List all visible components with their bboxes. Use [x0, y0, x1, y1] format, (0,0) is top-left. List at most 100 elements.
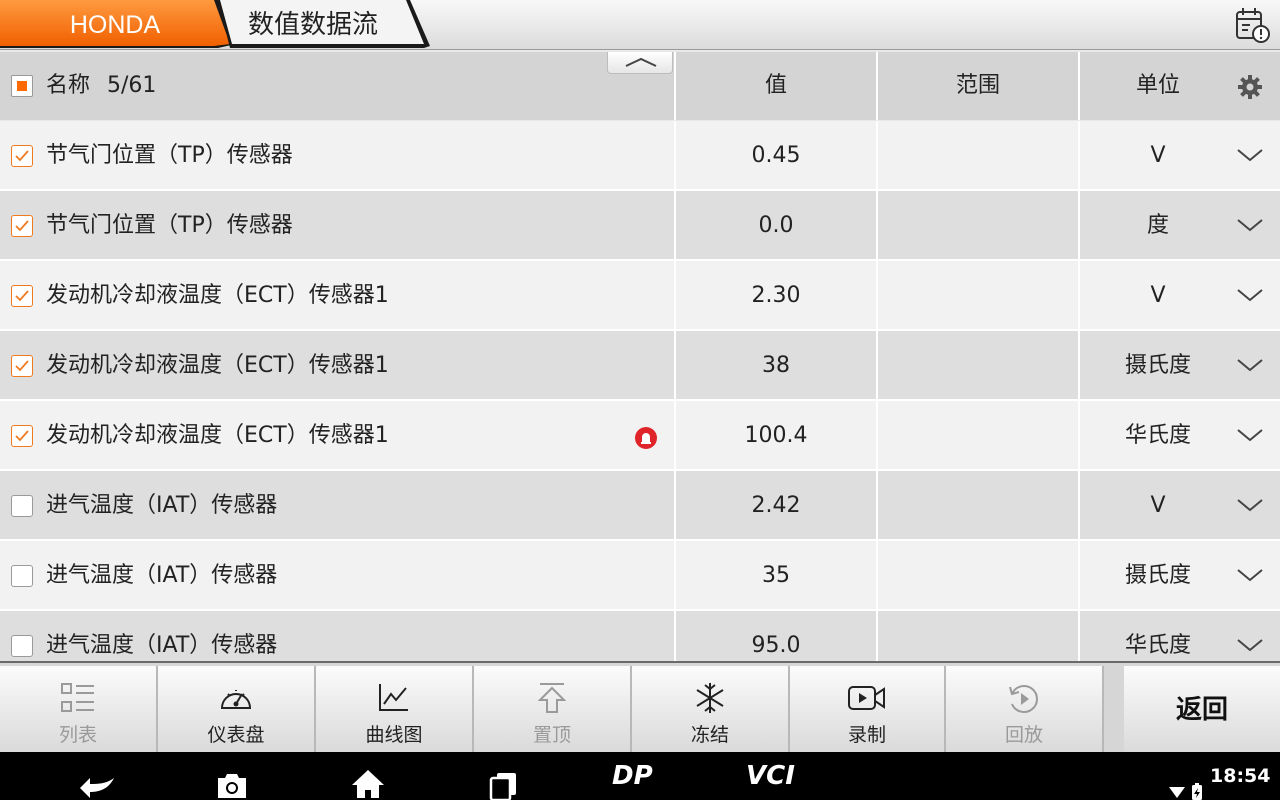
row-value: 0.0	[758, 213, 794, 238]
row-unit: 度	[1146, 213, 1169, 238]
playback-label: 回放	[1004, 724, 1043, 746]
chevron-down-icon[interactable]	[1236, 285, 1264, 305]
dp-logo[interactable]: DP	[612, 752, 672, 800]
top-bar: HONDA 数值数据流	[0, 0, 1280, 50]
recent-apps-icon[interactable]	[488, 762, 520, 800]
table-row[interactable]: 节气门位置（TP）传感器 0.0 度	[0, 191, 1280, 261]
chevron-down-icon[interactable]	[1236, 145, 1264, 165]
list-button[interactable]: 列表	[0, 666, 158, 754]
table-row[interactable]: 发动机冷却液温度（ECT）传感器1 2.30 V	[0, 261, 1280, 331]
table-row[interactable]: 进气温度（IAT）传感器 2.42 V	[0, 471, 1280, 541]
pin-top-icon	[537, 683, 567, 713]
back-button[interactable]: 返回	[1124, 666, 1280, 754]
record-button[interactable]: 录制	[790, 666, 946, 754]
table-row[interactable]: 发动机冷却液温度（ECT）传感器1 38 摄氏度	[0, 331, 1280, 401]
back-arrow-icon[interactable]	[78, 762, 118, 800]
row-range	[878, 611, 1078, 661]
playback-button[interactable]: 回放	[946, 666, 1104, 754]
column-name-label: 名称	[46, 73, 91, 98]
column-value-header: 值	[764, 73, 787, 98]
line-chart-button[interactable]: 曲线图	[316, 666, 474, 754]
select-all-checkbox[interactable]	[11, 75, 33, 97]
row-unit: V	[1150, 493, 1166, 518]
row-name: 发动机冷却液温度（ECT）传感器1	[46, 423, 389, 448]
page-title: 数值数据流	[248, 10, 379, 40]
bottom-toolbar: 列表 仪表盘 曲线图 置顶 冻结 录制 回放 返回	[0, 661, 1280, 754]
table-row[interactable]: 发动机冷却液温度（ECT）传感器1 100.4 华氏度	[0, 401, 1280, 471]
row-checkbox[interactable]	[11, 635, 33, 657]
line-chart-label: 曲线图	[365, 724, 423, 746]
list-label: 列表	[58, 724, 97, 746]
column-range-header: 范围	[955, 73, 1000, 98]
row-name: 发动机冷却液温度（ECT）传感器1	[46, 283, 389, 308]
row-name: 进气温度（IAT）传感器	[46, 633, 278, 658]
camera-icon[interactable]	[214, 762, 250, 800]
gauge-label: 仪表盘	[207, 724, 265, 746]
system-nav-bar: DP VCI 18:54	[0, 752, 1280, 800]
column-name-header: 名称 5/61	[46, 52, 156, 120]
brand-tab[interactable]: HONDA	[0, 0, 240, 50]
data-stream-list[interactable]: 节气门位置（TP）传感器 0.45 V 节气门位置（TP）传感器 0.0 度发动机冷却液温…	[0, 121, 1280, 661]
chevron-up-icon	[625, 57, 657, 67]
chevron-down-icon[interactable]	[1236, 495, 1264, 515]
report-calendar-icon[interactable]	[1232, 5, 1272, 45]
row-range	[878, 471, 1078, 541]
freeze-label: 冻结	[690, 724, 729, 746]
row-range	[878, 191, 1078, 261]
row-checkbox[interactable]	[11, 145, 33, 167]
alert-badge-icon[interactable]	[635, 427, 657, 449]
row-range	[878, 331, 1078, 401]
row-unit: 华氏度	[1124, 423, 1191, 448]
vci-logo[interactable]: VCI	[746, 752, 816, 800]
row-checkbox[interactable]	[11, 425, 33, 447]
row-checkbox[interactable]	[11, 285, 33, 307]
playback-icon	[1009, 685, 1038, 713]
wifi-battery-icon	[1169, 783, 1202, 800]
record-label: 录制	[847, 724, 886, 746]
row-checkbox[interactable]	[11, 565, 33, 587]
row-value: 100.4	[744, 423, 808, 448]
row-checkbox[interactable]	[11, 495, 33, 517]
chevron-down-icon[interactable]	[1236, 565, 1264, 585]
pin-top-button[interactable]: 置顶	[474, 666, 632, 754]
row-unit: V	[1150, 283, 1166, 308]
row-checkbox[interactable]	[11, 355, 33, 377]
chevron-down-icon[interactable]	[1236, 425, 1264, 445]
home-icon[interactable]	[350, 760, 386, 800]
chevron-down-icon[interactable]	[1236, 635, 1264, 655]
row-value: 95.0	[751, 633, 801, 658]
gauge-button[interactable]: 仪表盘	[158, 666, 316, 754]
table-row[interactable]: 节气门位置（TP）传感器 0.45 V	[0, 121, 1280, 191]
table-header: 名称 5/61 值 范围 单位	[0, 52, 1280, 120]
gear-icon[interactable]	[1236, 73, 1264, 101]
row-value: 38	[762, 353, 790, 378]
chevron-down-icon[interactable]	[1236, 215, 1264, 235]
row-name: 节气门位置（TP）传感器	[46, 213, 293, 238]
title-tab: 数值数据流	[218, 0, 438, 50]
row-unit: 华氏度	[1124, 633, 1191, 658]
snowflake-icon	[696, 683, 724, 713]
row-range	[878, 401, 1078, 471]
chevron-down-icon[interactable]	[1236, 355, 1264, 375]
gauge-icon	[220, 690, 252, 709]
row-checkbox[interactable]	[11, 215, 33, 237]
brand-label: HONDA	[69, 11, 161, 39]
row-unit: V	[1150, 143, 1166, 168]
row-name: 进气温度（IAT）传感器	[46, 493, 278, 518]
table-row[interactable]: 进气温度（IAT）传感器 95.0 华氏度	[0, 611, 1280, 661]
line-chart-icon	[379, 684, 408, 711]
row-unit: 摄氏度	[1124, 353, 1191, 378]
pin-top-label: 置顶	[532, 724, 571, 746]
row-unit: 摄氏度	[1124, 563, 1191, 588]
row-range	[878, 261, 1078, 331]
table-row[interactable]: 进气温度（IAT）传感器 35 摄氏度	[0, 541, 1280, 611]
row-range	[878, 121, 1078, 191]
video-record-icon	[848, 686, 885, 710]
row-value: 2.42	[751, 493, 801, 518]
freeze-button[interactable]: 冻结	[632, 666, 790, 754]
column-unit-header: 单位	[1135, 73, 1180, 98]
clock: 18:54	[1210, 765, 1271, 787]
row-name: 发动机冷却液温度（ECT）传感器1	[46, 353, 389, 378]
collapse-button[interactable]	[607, 52, 673, 74]
row-range	[878, 541, 1078, 611]
